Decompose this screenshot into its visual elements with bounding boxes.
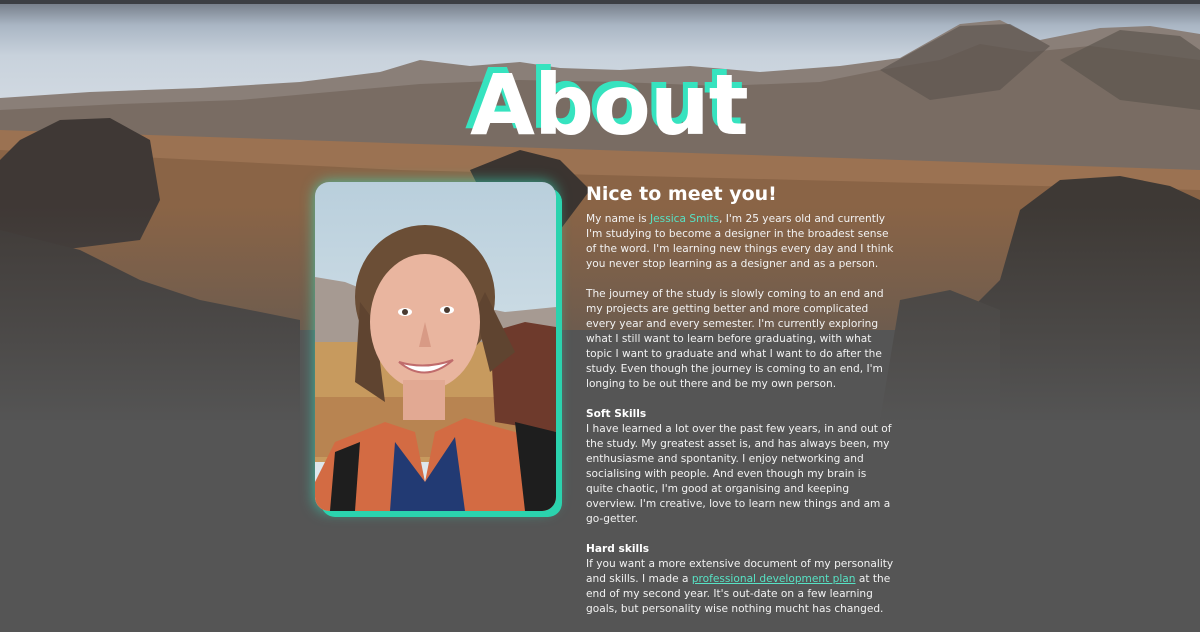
intro-paragraph: My name is Jessica Smits, I'm 25 years o… xyxy=(586,212,896,272)
profile-photo xyxy=(315,182,556,511)
portrait-image xyxy=(315,182,556,511)
name-highlight: Jessica Smits xyxy=(650,213,719,225)
page-title: About xyxy=(470,56,749,154)
development-plan-link[interactable]: professional development plan xyxy=(692,573,856,585)
about-text: Nice to meet you! My name is Jessica Smi… xyxy=(586,182,896,632)
soft-skills-text: I have learned a lot over the past few y… xyxy=(586,423,892,525)
soft-skills-section: Soft Skills I have learned a lot over the… xyxy=(586,407,896,527)
intro-heading: Nice to meet you! xyxy=(586,183,777,205)
soft-skills-heading: Soft Skills xyxy=(586,408,647,420)
top-edge xyxy=(0,0,1200,4)
intro-text-before: My name is xyxy=(586,213,651,225)
journey-paragraph: The journey of the study is slowly comin… xyxy=(586,288,884,390)
hard-skills-heading: Hard skills xyxy=(586,543,650,555)
